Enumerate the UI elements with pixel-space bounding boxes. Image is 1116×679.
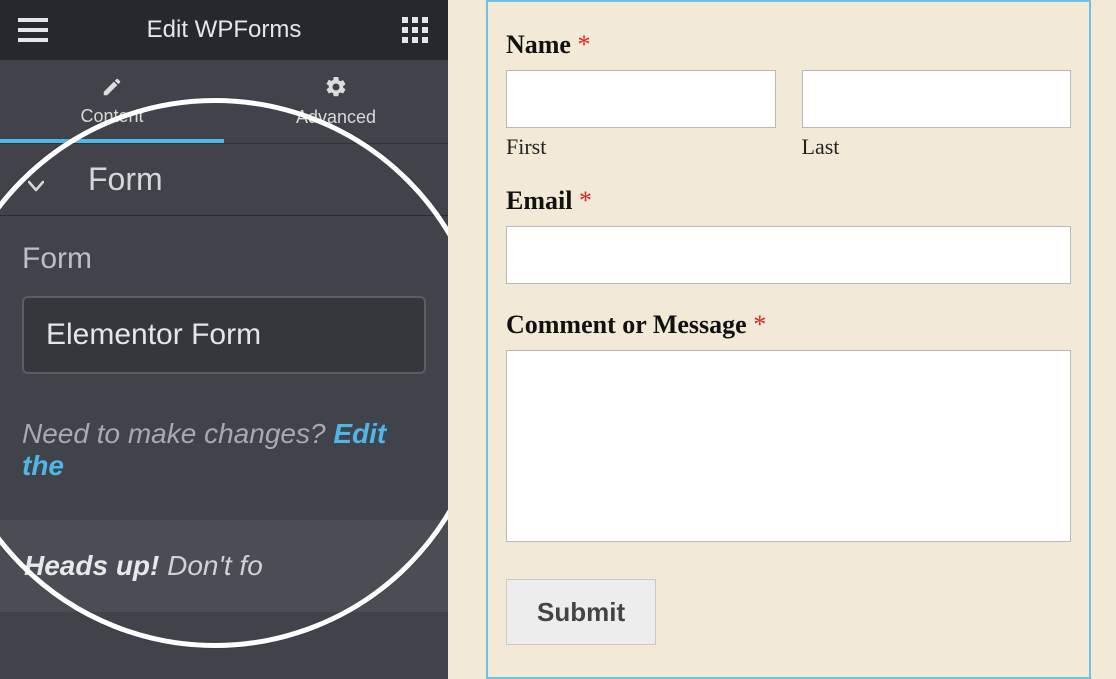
tab-content-label: Content [80, 106, 143, 127]
form-select-value: Elementor Form [46, 318, 261, 352]
help-prefix: Need to make changes? [22, 418, 333, 449]
email-input[interactable] [506, 226, 1071, 284]
last-name-input[interactable] [802, 70, 1072, 128]
edit-form-help: Need to make changes? Edit the [0, 384, 448, 492]
gear-icon [324, 75, 348, 99]
first-name-input[interactable] [506, 70, 776, 128]
field-name: Name * First Last [506, 30, 1071, 160]
field-message: Comment or Message * [506, 310, 1071, 547]
panel-tabs: Content Advanced [0, 60, 448, 144]
caret-down-icon [28, 163, 44, 200]
sidebar-topbar: Edit WPForms [0, 0, 448, 60]
submit-button[interactable]: Submit [506, 579, 656, 645]
menu-icon[interactable] [16, 13, 50, 47]
tab-advanced[interactable]: Advanced [224, 60, 448, 143]
first-sublabel: First [506, 134, 776, 160]
form-widget-outline[interactable]: Name * First Last Email * [486, 0, 1091, 679]
section-header-label: FFormorm [88, 161, 163, 198]
section-header-form[interactable]: FFormorm [0, 144, 448, 216]
required-mark: * [753, 310, 766, 339]
tab-advanced-label: Advanced [296, 107, 376, 128]
heads-up-alert: Heads up! Don't fo [0, 520, 448, 612]
alert-rest: Don't fo [159, 550, 262, 581]
required-mark: * [577, 30, 590, 59]
alert-strong: Heads up! [24, 550, 159, 581]
field-email: Email * [506, 186, 1071, 284]
message-textarea[interactable] [506, 350, 1071, 542]
tab-content[interactable]: Content [0, 60, 224, 143]
widgets-grid-icon[interactable] [398, 13, 432, 47]
required-mark: * [579, 186, 592, 215]
panel-title: Edit WPForms [50, 16, 398, 44]
name-label: Name * [506, 30, 1071, 60]
message-label: Comment or Message * [506, 310, 1071, 340]
pencil-icon [101, 76, 123, 98]
form-field-label: Form [22, 242, 426, 276]
form-selector-block: Form Elementor Form [0, 216, 448, 384]
last-sublabel: Last [802, 134, 1072, 160]
form-select[interactable]: Elementor Form [22, 296, 426, 374]
elementor-sidebar: Edit WPForms Content Advanced FFormorm F… [0, 0, 448, 679]
email-label: Email * [506, 186, 1071, 216]
preview-canvas: Name * First Last Email * [448, 0, 1116, 679]
